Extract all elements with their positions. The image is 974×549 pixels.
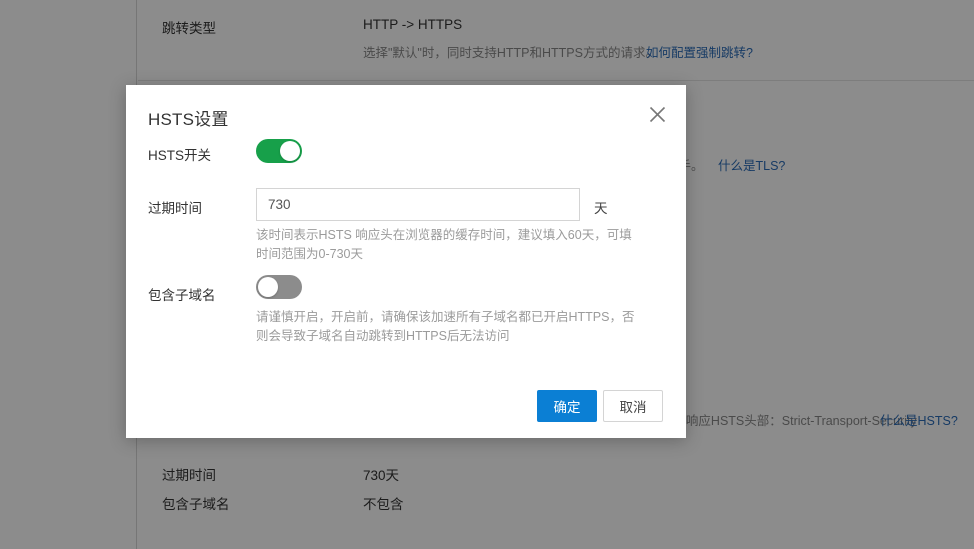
include-subdomain-label: 包含子域名 (148, 288, 216, 303)
expire-time-label: 过期时间 (148, 201, 202, 216)
hsts-settings-dialog: HSTS设置 HSTS开关 过期时间 天 该时间表示HSTS 响应头在浏览器的缓… (126, 85, 686, 438)
hsts-switch-label: HSTS开关 (148, 148, 212, 163)
confirm-button[interactable]: 确定 (537, 390, 597, 422)
expire-time-unit: 天 (594, 201, 608, 216)
include-subdomain-knob (258, 277, 278, 297)
include-subdomain-toggle[interactable] (256, 275, 302, 299)
hsts-switch-knob (280, 141, 300, 161)
cancel-button[interactable]: 取消 (603, 390, 663, 422)
expire-time-hint: 该时间表示HSTS 响应头在浏览器的缓存时间，建议填入60天，可填时间范围为0-… (256, 228, 632, 261)
include-subdomain-hint: 请谨慎开启，开启前，请确保该加速所有子域名都已开启HTTPS，否则会导致子域名自… (256, 310, 635, 343)
hsts-switch-toggle[interactable] (256, 139, 302, 163)
dialog-title: HSTS设置 (148, 110, 229, 129)
close-icon[interactable] (642, 99, 672, 129)
expire-time-input[interactable] (256, 188, 580, 221)
